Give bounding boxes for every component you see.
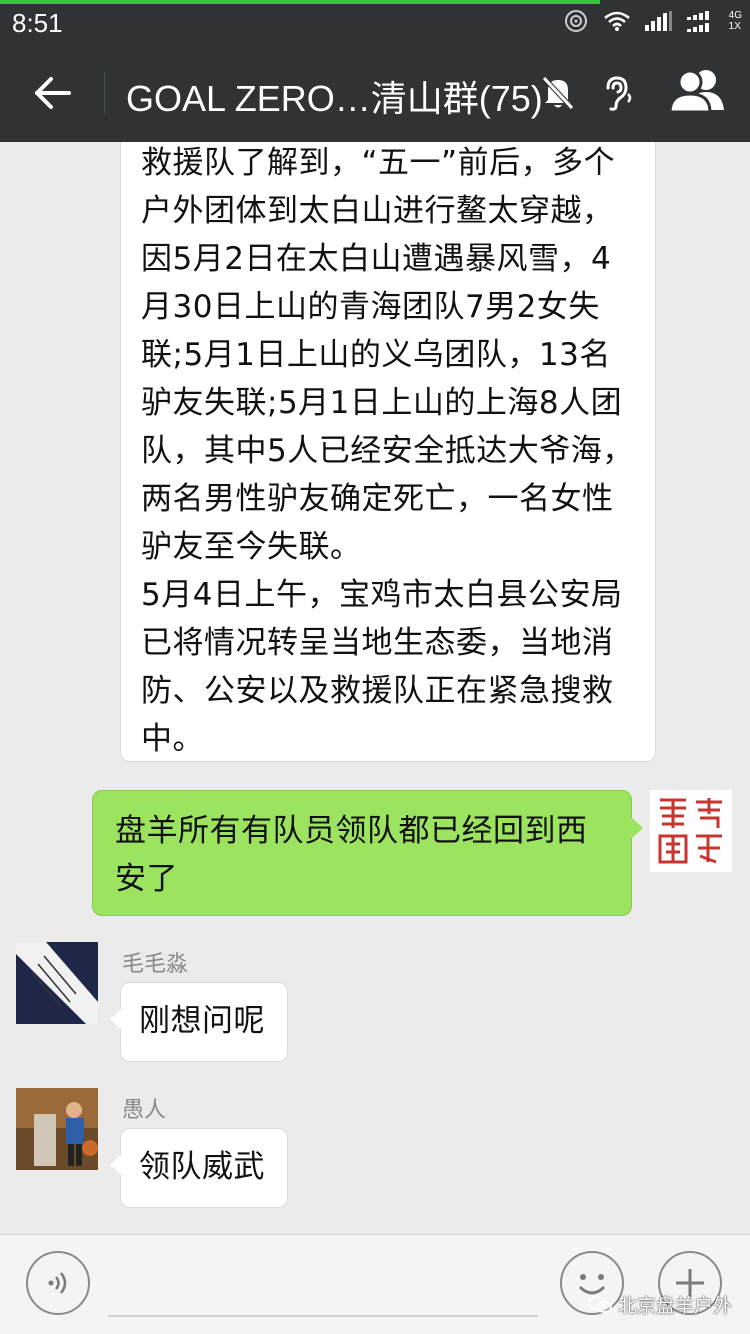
dual-signal-icon [686,11,709,32]
message-line: 救援队了解到，“五一”前后，多个 [141,145,616,181]
message-bubble-yuren[interactable]: 领队威武 [110,1128,288,1208]
hotspot-icon [564,10,587,32]
clock: 8:51 [12,8,63,38]
message-text: 领队威武 [139,1149,265,1185]
input-bar: 北京盘羊户外 [0,1234,750,1334]
status-bar: 8:51 4G 1X [0,0,750,44]
message-line: 中。 [141,721,204,757]
avatar-self[interactable] [650,790,732,872]
message-text: 盘羊所有有队员领队都已经回到西安了 [115,813,588,897]
avatar-image [16,1088,98,1170]
message-line: 队，其中5人已经安全抵达大爷海， [141,433,634,469]
network-1x-label: 1X [728,21,741,32]
message-line: 因5月2日在太白山遭遇暴风雪，4 [141,241,612,277]
bubble-tail [110,1009,121,1029]
message-line: 驴友失联;5月1日上山的上海8人团 [141,385,623,421]
avatar-yuren[interactable] [16,1088,98,1170]
message-line: 户外团体到太白山进行鳌太穿越， [141,193,614,229]
wechat-logo-icon [588,1295,612,1313]
message-text: 刚想问呢 [139,1003,265,1039]
network-4g-label: 4G [728,10,742,21]
wifi-icon [603,11,630,31]
chat-header: GOAL ZERO…清山群(75) [0,44,750,142]
voice-input-button[interactable] [26,1251,90,1315]
seal-stamp-icon [654,794,728,868]
sender-name: 毛毛淼 [122,952,189,977]
message-line: 月30日上山的青海团队7男2女失 [141,289,600,325]
message-line: 防、公安以及救援队正在紧急搜救 [141,673,614,709]
watermark: 北京盘羊户外 [588,1291,732,1318]
message-line: 已将情况转呈当地生态委，当地消 [141,625,614,661]
earpiece-icon[interactable] [598,74,634,116]
avatar-maomaomiao[interactable] [16,942,98,1024]
voice-icon [48,1272,67,1294]
bubble-tail [110,1155,121,1175]
avatar-image [16,942,98,1024]
mute-bell-icon [540,74,576,116]
signal-icon [644,11,672,31]
message-bubble-maomaomiao[interactable]: 刚想问呢 [110,982,288,1062]
message-line: 5月4日上午，宝鸡市太白县公安局 [141,577,623,613]
page-load-progress [0,0,600,4]
back-arrow-icon [35,77,71,109]
message-list[interactable]: 救援队了解到，“五一”前后，多个 户外团体到太白山进行鳌太穿越， 因5月2日在太… [0,142,750,1234]
chat-title: GOAL ZERO…清山群(75) [126,78,543,119]
watermark-text: 北京盘羊户外 [618,1295,733,1317]
header-divider [104,72,105,114]
message-bubble-self[interactable]: 盘羊所有有队员领队都已经回到西安了 [92,790,643,916]
message-bubble-news[interactable]: 救援队了解到，“五一”前后，多个 户外团体到太白山进行鳌太穿越， 因5月2日在太… [120,142,656,762]
bubble-tail [631,817,643,839]
message-line: 两名男性驴友确定死亡，一名女性 [141,481,614,517]
group-members-icon [668,69,724,114]
status-icons: 4G 1X [563,8,742,34]
group-members-button[interactable] [668,66,728,120]
message-input[interactable] [108,1315,538,1317]
sender-name: 愚人 [122,1098,167,1123]
message-line: 联;5月1日上山的义乌团队，13名 [141,337,611,373]
back-button[interactable] [28,68,78,118]
message-line: 驴友至今失联。 [141,529,362,565]
network-type: 4G 1X [729,10,742,32]
